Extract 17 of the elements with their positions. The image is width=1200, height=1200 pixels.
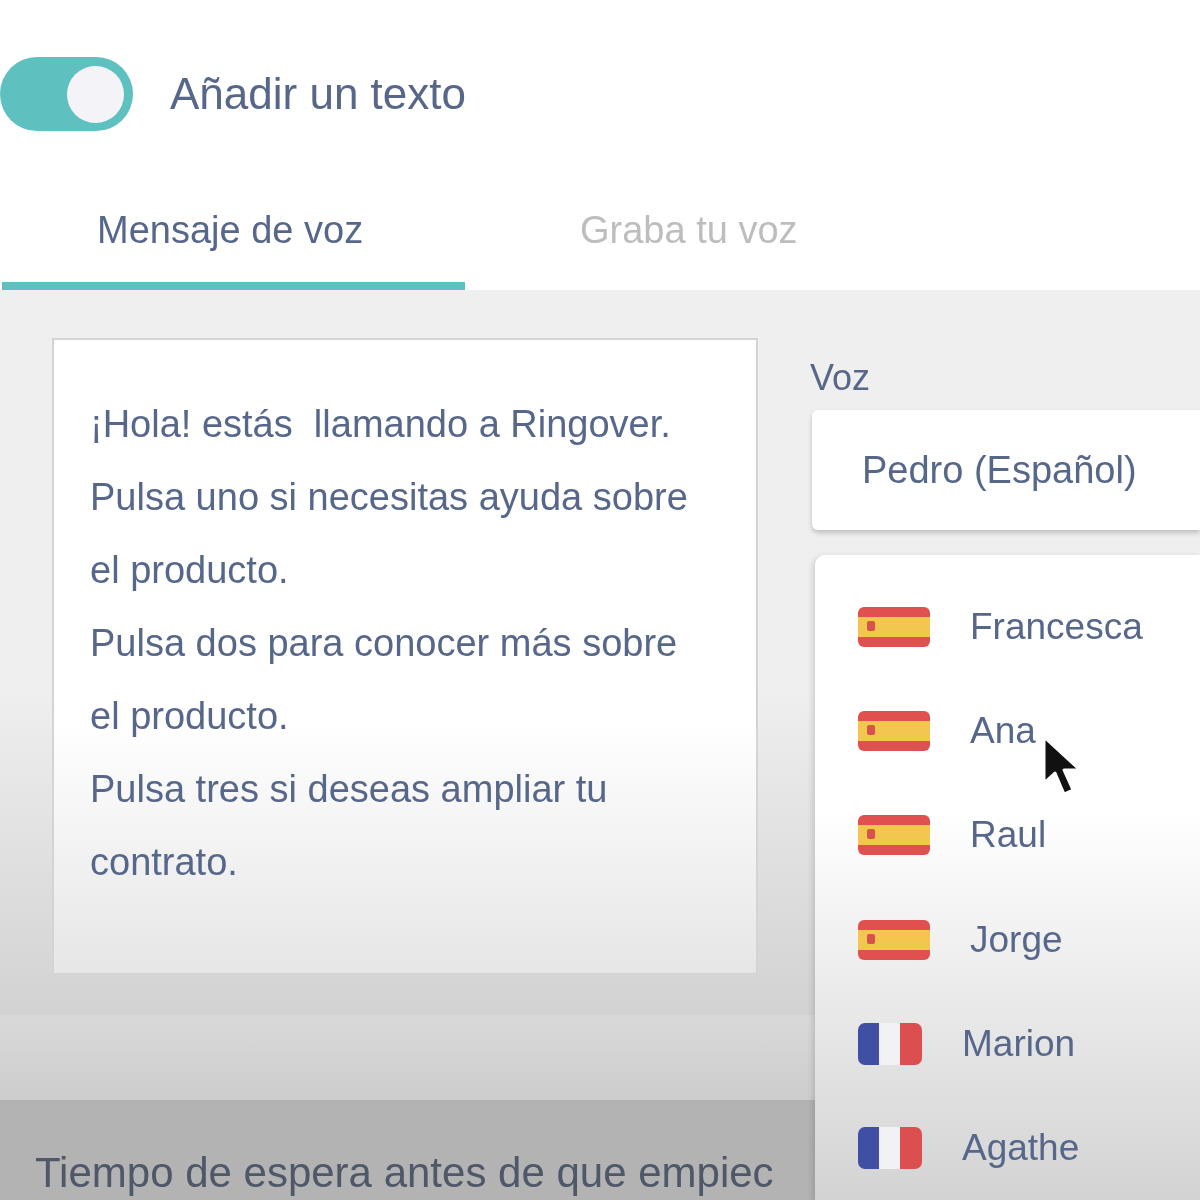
voice-select[interactable]: Pedro (Español) bbox=[812, 410, 1200, 530]
toggle-switch[interactable] bbox=[0, 57, 133, 131]
section-title: Tiempo de espera antes de que empiec bbox=[35, 1149, 774, 1196]
message-textarea[interactable]: ¡Hola! estás llamando a Ringover. Pulsa uno si necesitas ayuda sobre el producto. Pulsa dos para conocer más sobre el producto. Pulsa tres si deseas ampliar tu contrato. bbox=[52, 338, 758, 975]
spanish-flag-icon bbox=[858, 919, 930, 960]
spanish-flag-icon bbox=[858, 607, 930, 648]
voice-option[interactable]: Agathe bbox=[815, 1095, 1200, 1200]
voice-option[interactable]: Marion bbox=[815, 991, 1200, 1096]
voice-option[interactable]: Raul bbox=[815, 783, 1200, 888]
voice-label: Voz bbox=[810, 358, 872, 398]
french-flag-icon bbox=[858, 1022, 922, 1065]
spanish-flag-icon bbox=[858, 711, 930, 752]
voice-option[interactable]: Jorge bbox=[815, 887, 1200, 992]
voice-option[interactable]: Francesca bbox=[815, 575, 1200, 680]
spanish-flag-icon bbox=[858, 815, 930, 856]
french-flag-icon bbox=[858, 1126, 922, 1169]
toggle-label: Añadir un texto bbox=[170, 68, 466, 120]
